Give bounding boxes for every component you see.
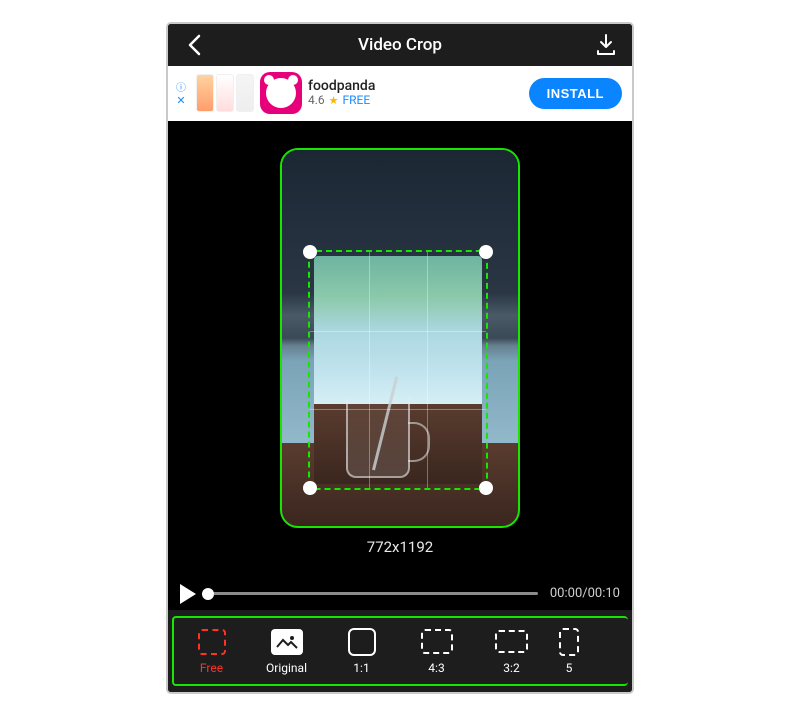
crop-dimensions: 772x1192 [367,528,433,560]
play-button[interactable] [180,584,196,604]
ratio-4-3[interactable]: 4:3 [399,627,474,675]
ad-thumb [196,74,214,112]
grid-line [427,252,428,488]
info-icon: ⓘ [176,79,186,94]
ratio-label: 4:3 [428,661,444,675]
chevron-left-icon [187,34,201,56]
ratio-label: 5 [566,661,573,675]
ratio-1-1[interactable]: 1:1 [324,627,399,675]
playback-bar: 00:00/00:10 [168,580,632,610]
page-title: Video Crop [206,35,594,55]
ad-thumbnails [196,74,254,112]
rect-5-icon [559,628,579,656]
grid-line [310,409,486,410]
ad-rating: 4.6 [308,94,325,108]
square-icon [348,628,376,656]
star-icon: ★ [329,95,339,108]
download-icon [596,34,616,56]
ad-thumb [236,74,254,112]
ratio-original[interactable]: Original [249,627,324,675]
time-display: 00:00/00:10 [550,586,620,601]
free-crop-icon [198,629,226,655]
progress-slider[interactable] [208,592,538,595]
grid-line [310,331,486,332]
aspect-ratio-list[interactable]: Free Original 1:1 4:3 3:2 [172,616,628,686]
phone-frame: Video Crop ⓘ ✕ foodpanda 4.6 ★ FREE [166,22,634,694]
crop-handle-bottom-left[interactable] [303,481,317,495]
glass-illustration [346,386,418,478]
crop-handle-top-right[interactable] [479,245,493,259]
ad-info-badge[interactable]: ⓘ ✕ [172,79,190,107]
crop-selection[interactable] [308,250,488,490]
crop-handle-bottom-right[interactable] [479,481,493,495]
ratio-free[interactable]: Free [174,627,249,675]
ratio-label: 3:2 [503,661,519,675]
app-header: Video Crop [168,24,632,66]
ad-price: FREE [343,94,371,108]
close-icon[interactable]: ✕ [176,94,185,107]
ratio-label: Free [200,661,223,675]
crop-content [314,256,482,484]
back-button[interactable] [182,33,206,57]
grid-line [369,252,370,488]
ratio-label: Original [266,661,307,675]
ad-banner[interactable]: ⓘ ✕ foodpanda 4.6 ★ FREE INSTALL [168,66,632,121]
ad-meta: foodpanda 4.6 ★ FREE [308,78,523,108]
aspect-ratio-toolbar: Free Original 1:1 4:3 3:2 [168,610,632,692]
install-button[interactable]: INSTALL [529,78,622,109]
ad-app-name: foodpanda [308,78,523,94]
rect-4-3-icon [421,629,453,654]
video-preview-area: 772x1192 [168,121,632,580]
image-icon [271,629,303,655]
progress-knob[interactable] [202,588,214,600]
crop-handle-top-left[interactable] [303,245,317,259]
ratio-5[interactable]: 5 [549,627,589,675]
export-button[interactable] [594,33,618,57]
ratio-label: 1:1 [353,661,369,675]
panda-icon [266,78,296,108]
video-canvas[interactable] [280,148,520,528]
rect-3-2-icon [495,630,528,653]
ratio-3-2[interactable]: 3:2 [474,627,549,675]
ad-app-icon [260,72,302,114]
ad-thumb [216,74,234,112]
